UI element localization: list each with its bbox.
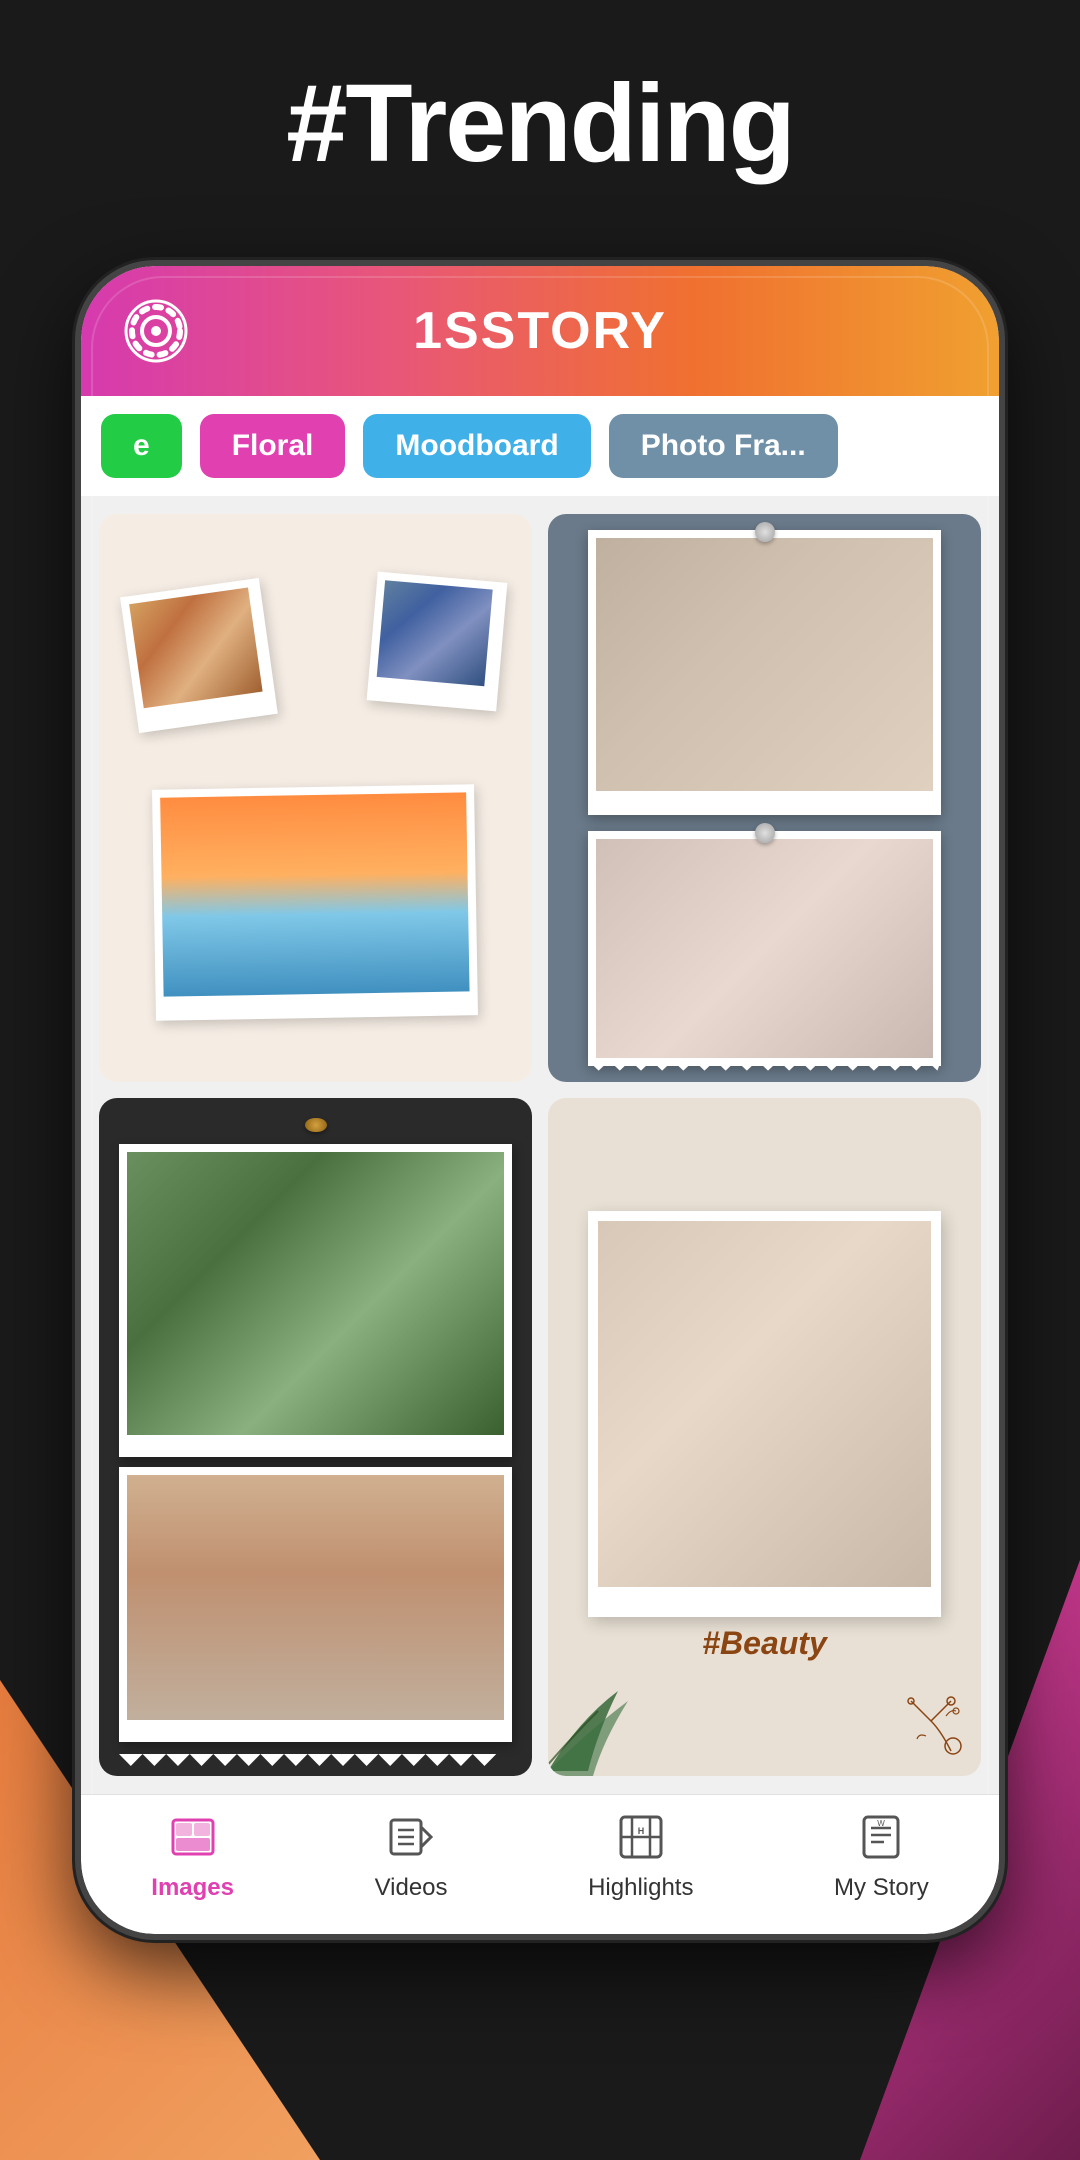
card-pin [305, 1118, 327, 1133]
torn-bottom-edge [119, 1754, 512, 1766]
nav-item-videos[interactable]: Videos [375, 1808, 448, 1902]
trending-title: #Trending [0, 60, 1080, 187]
phone-screen: 1SSTORY e Floral Moodboard Photo Fra... [81, 266, 999, 1934]
beauty-hashtag: #Beauty [702, 1625, 827, 1662]
tab-item-floral[interactable]: Floral [200, 414, 346, 478]
template-card-4[interactable]: #Beauty [548, 1098, 981, 1776]
images-icon [164, 1808, 222, 1866]
nav-item-highlights[interactable]: H Highlights [588, 1808, 693, 1902]
nav-item-images[interactable]: Images [151, 1808, 234, 1902]
videos-icon [382, 1808, 440, 1866]
torn-photo-1 [588, 530, 941, 815]
svg-text:W: W [878, 1819, 886, 1828]
polaroid-1 [120, 578, 278, 734]
framed-photo-1 [119, 1144, 512, 1457]
phone-side-button-left [75, 486, 77, 566]
mystory-icon: W [852, 1808, 910, 1866]
phone-side-button-right [1003, 466, 1005, 576]
nav-label-images: Images [151, 1874, 234, 1902]
polaroid-2 [367, 572, 508, 712]
beauty-photo [588, 1211, 941, 1617]
polaroid-3 [152, 784, 478, 1021]
highlights-icon: H [612, 1808, 670, 1866]
app-title: 1SSTORY [413, 301, 667, 361]
template-card-3[interactable] [99, 1098, 532, 1776]
torn-edge [588, 1061, 941, 1071]
leaf-decor-card4 [548, 1661, 658, 1776]
tab-item-moodboard[interactable]: Moodboard [363, 414, 590, 478]
template-card-2[interactable] [548, 514, 981, 1082]
phone-mockup: 1SSTORY e Floral Moodboard Photo Fra... [75, 260, 1005, 1940]
category-tabs: e Floral Moodboard Photo Fra... [81, 396, 999, 496]
svg-text:H: H [638, 1826, 645, 1836]
photo-pin-2 [755, 823, 775, 843]
nav-label-mystory: My Story [834, 1874, 929, 1902]
app-header: 1SSTORY [81, 266, 999, 396]
nav-label-highlights: Highlights [588, 1874, 693, 1902]
photo-pin-1 [755, 522, 775, 542]
bottom-navigation: Images Videos [81, 1794, 999, 1934]
settings-icon[interactable] [121, 296, 191, 366]
torn-photo-2 [588, 831, 941, 1066]
floral-decoration [891, 1681, 971, 1766]
tab-item-photoframe[interactable]: Photo Fra... [609, 414, 838, 478]
template-card-1[interactable] [99, 514, 532, 1082]
content-grid: #Beauty [81, 496, 999, 1794]
nav-label-videos: Videos [375, 1874, 448, 1902]
card-photos [119, 1144, 512, 1742]
nav-item-mystory[interactable]: W My Story [834, 1808, 929, 1902]
framed-photo-2 [119, 1467, 512, 1742]
tab-item-e[interactable]: e [101, 414, 182, 478]
